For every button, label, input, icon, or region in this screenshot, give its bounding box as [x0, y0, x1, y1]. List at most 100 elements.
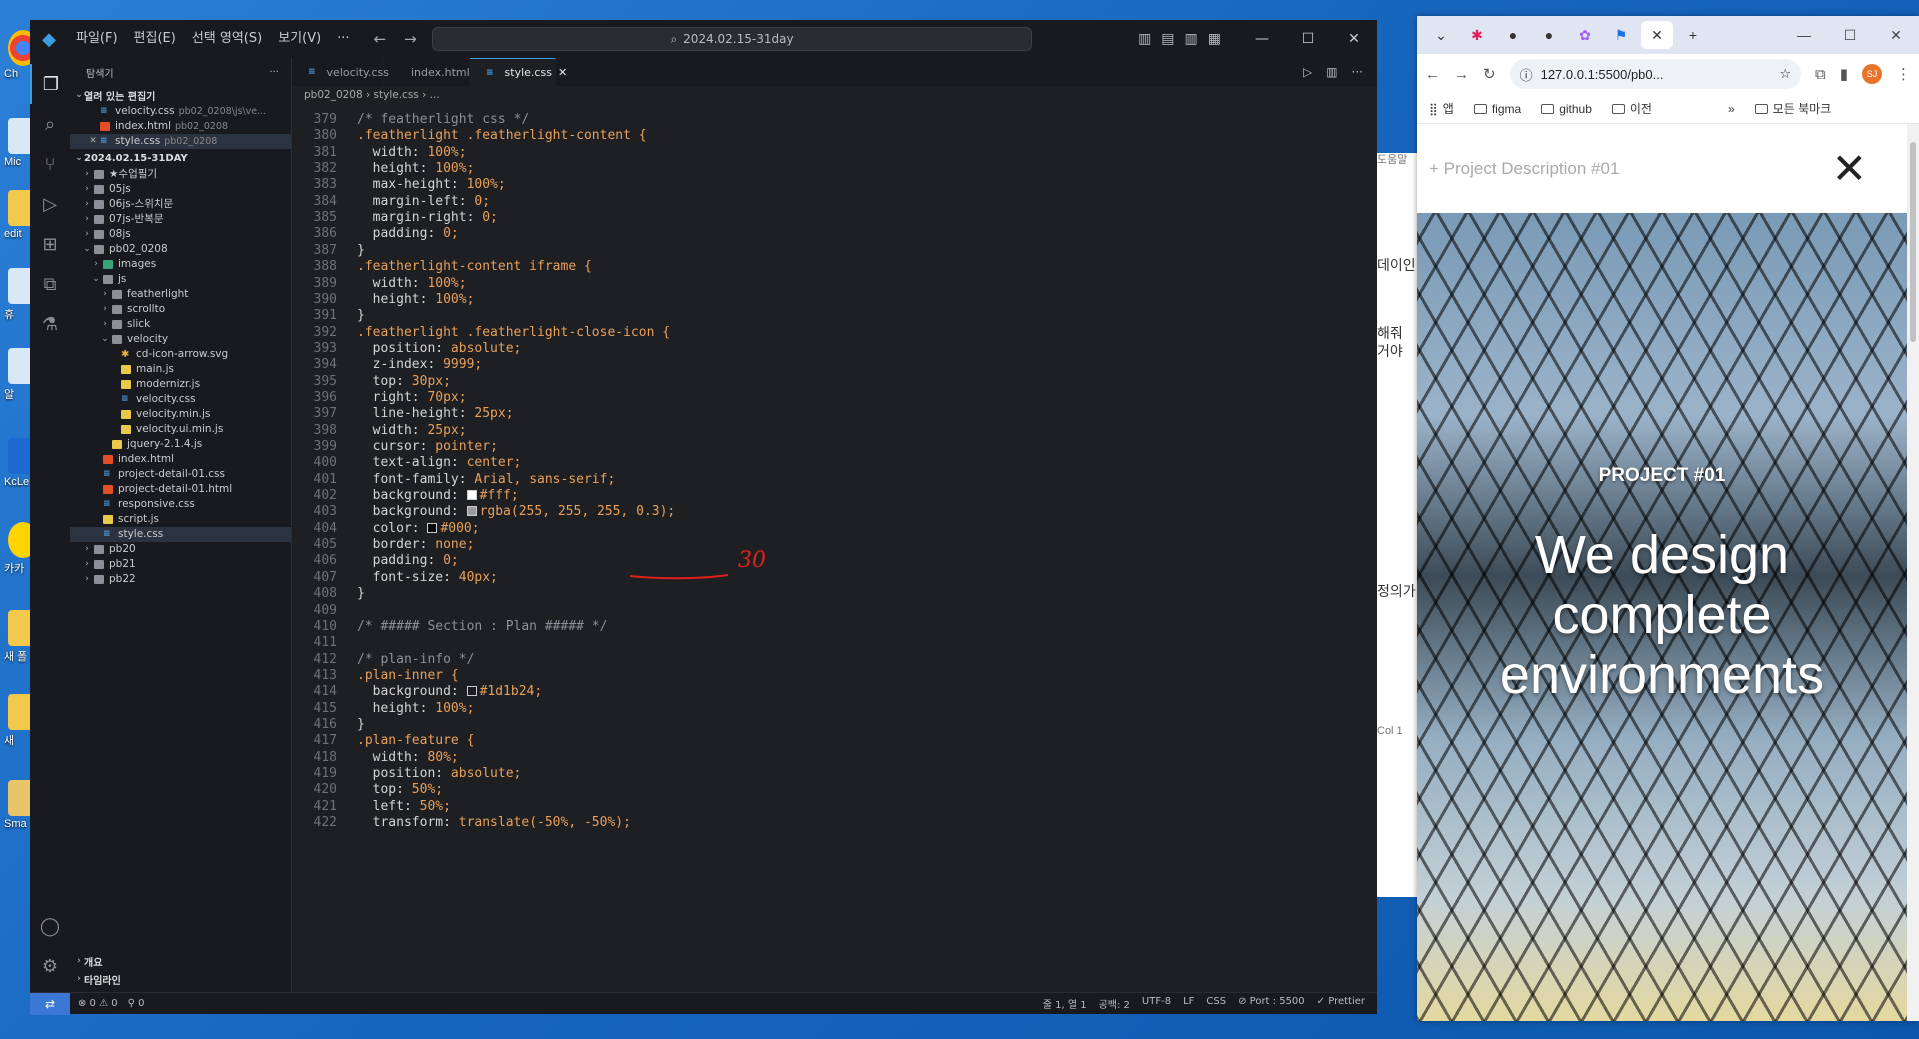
editor-tab[interactable]: ≡ style.css ✕ — [470, 58, 567, 86]
extensions-icon[interactable]: ⧉ — [1815, 66, 1826, 83]
bookmark-item[interactable]: ⣿ 앱 — [1429, 100, 1454, 117]
tab-close-icon[interactable]: ✕ — [558, 66, 567, 79]
tree-folder[interactable]: ⌄ velocity — [70, 332, 291, 347]
tree-file[interactable]: ✱ cd-icon-arrow.svg — [70, 347, 291, 362]
tree-folder[interactable]: › 07js-반복문 — [70, 212, 291, 227]
tree-file[interactable]: main.js — [70, 362, 291, 377]
site-info-icon[interactable]: ⓘ — [1520, 65, 1533, 84]
close-button[interactable]: ✕ — [1331, 31, 1377, 47]
status-item[interactable]: ✓ Prettier — [1317, 996, 1365, 1011]
status-item[interactable]: LF — [1183, 996, 1194, 1011]
open-editor-item[interactable]: index.html pb02_0208 — [70, 119, 291, 134]
tree-folder[interactable]: › pb22 — [70, 572, 291, 587]
tree-file[interactable]: project-detail-01.html — [70, 482, 291, 497]
account-icon[interactable]: ◯ — [30, 906, 70, 946]
command-center[interactable]: ⌕ 2024.02.15-31day — [432, 27, 1032, 51]
scrollbar-thumb[interactable] — [1910, 142, 1916, 342]
menu-item[interactable]: 보기(V) — [270, 20, 329, 58]
more-actions-icon[interactable]: ··· — [269, 67, 279, 78]
outline-section[interactable]: › 개요 — [70, 952, 291, 970]
status-item[interactable]: 줄 1, 열 1 — [1043, 996, 1087, 1011]
tree-file[interactable]: ≡ project-detail-01.css — [70, 467, 291, 482]
profile-avatar[interactable]: SJ — [1862, 64, 1882, 84]
maximize-button[interactable]: ☐ — [1285, 31, 1331, 47]
open-editor-item[interactable]: ≡ velocity.css pb02_0208\js\ve... — [70, 104, 291, 119]
tree-folder[interactable]: › scrollto — [70, 302, 291, 317]
status-item[interactable]: ⊘ Port : 5500 — [1238, 996, 1305, 1011]
toggle-panel-icon[interactable]: ▤ — [1161, 31, 1174, 47]
side-panel-icon[interactable]: ▮ — [1840, 65, 1848, 83]
tree-folder[interactable]: ⌄ pb02_0208 — [70, 242, 291, 257]
more-actions-icon[interactable]: ··· — [1352, 65, 1363, 79]
tree-file[interactable]: ≡ style.css — [70, 527, 291, 542]
remote-indicator-icon[interactable]: ⇄ — [30, 992, 70, 1015]
maximize-button[interactable]: ☐ — [1827, 27, 1873, 44]
code-editor[interactable]: 30 379 /* featherlight css */ 380 .featherl… — [292, 104, 1367, 992]
status-item[interactable]: 공백: 2 — [1099, 996, 1130, 1011]
tab-search-icon[interactable]: ⌄ — [1425, 21, 1457, 49]
menu-item[interactable]: ··· — [329, 20, 357, 58]
forward-arrow-icon[interactable]: → — [404, 30, 417, 48]
toggle-sidebar-icon[interactable]: ▥ — [1138, 31, 1151, 47]
color-swatch-icon[interactable] — [466, 490, 477, 501]
menu-item[interactable]: 파일(F) — [68, 20, 126, 58]
back-icon[interactable]: ← — [1425, 66, 1440, 83]
tree-folder[interactable]: ⌄ js — [70, 272, 291, 287]
tree-folder[interactable]: › 08js — [70, 227, 291, 242]
close-icon[interactable]: ✕ — [88, 134, 98, 149]
minimize-button[interactable]: — — [1239, 31, 1285, 47]
editor-tab[interactable]: ≡ velocity.css — [292, 58, 389, 86]
tree-folder[interactable]: › images — [70, 257, 291, 272]
toggle-secondary-sidebar-icon[interactable]: ▥ — [1185, 31, 1198, 47]
menu-icon[interactable]: ⋮ — [1896, 65, 1911, 83]
more-bookmarks-icon[interactable]: » — [1728, 102, 1735, 116]
close-button[interactable]: ✕ — [1873, 27, 1919, 44]
tree-folder[interactable]: › 06js-스위치문 — [70, 197, 291, 212]
bookmark-item[interactable]: figma — [1473, 102, 1521, 116]
tree-folder[interactable]: › pb21 — [70, 557, 291, 572]
extensions-icon[interactable]: ⊞ — [30, 224, 70, 264]
tab-figma-icon[interactable]: ✿ — [1569, 21, 1601, 49]
tree-file[interactable]: velocity.min.js — [70, 407, 291, 422]
tree-file[interactable]: ≡ velocity.css — [70, 392, 291, 407]
editor-tab[interactable]: index.html — [384, 58, 470, 86]
menu-item[interactable]: 편집(E) — [126, 20, 184, 58]
menu-item[interactable]: 선택 영역(S) — [184, 20, 270, 58]
customize-layout-icon[interactable]: ▦ — [1208, 31, 1221, 47]
status-item[interactable]: UTF-8 — [1142, 996, 1171, 1011]
color-swatch-icon[interactable] — [427, 522, 438, 533]
project-description-title[interactable]: + Project Description #01 — [1429, 159, 1619, 179]
remote-explorer-icon[interactable]: ⧉ — [30, 264, 70, 304]
tree-folder[interactable]: › 05js — [70, 182, 291, 197]
bookmark-item[interactable]: github — [1541, 102, 1592, 116]
open-editors-section[interactable]: ⌄ 열려 있는 편집기 — [70, 86, 291, 104]
tab-flag-icon[interactable]: ⚑ — [1605, 21, 1637, 49]
timeline-section[interactable]: › 타임라인 — [70, 970, 291, 988]
tree-folder[interactable]: › pb20 — [70, 542, 291, 557]
tree-file[interactable]: ≡ responsive.css — [70, 497, 291, 512]
bookmark-item[interactable]: 이전 — [1611, 100, 1652, 117]
run-debug-icon[interactable]: ▷ — [30, 184, 70, 224]
tree-file[interactable]: script.js — [70, 512, 291, 527]
all-bookmarks[interactable]: 모든 북마크 — [1754, 100, 1831, 117]
run-icon[interactable]: ▷ — [1303, 65, 1312, 79]
bookmark-star-icon[interactable]: ☆ — [1779, 66, 1791, 82]
breadcrumb[interactable]: pb02_0208 › style.css › ... — [292, 86, 1377, 104]
lightbox-close-icon[interactable]: ✕ — [1832, 147, 1867, 190]
status-item[interactable]: ⊗ 0 ⚠ 0 — [78, 998, 118, 1009]
workspace-section[interactable]: ⌄ 2024.02.15-31DAY — [70, 149, 291, 167]
tree-file[interactable]: jquery-2.1.4.js — [70, 437, 291, 452]
explorer-icon[interactable]: ❐ — [30, 64, 70, 104]
status-item[interactable]: CSS — [1206, 996, 1226, 1011]
open-editor-item[interactable]: ✕ ≡ style.css pb02_0208 — [70, 134, 291, 149]
tree-file[interactable]: modernizr.js — [70, 377, 291, 392]
source-control-icon[interactable]: ⑂ — [30, 144, 70, 184]
reload-icon[interactable]: ↻ — [1483, 65, 1496, 83]
color-swatch-icon[interactable] — [466, 686, 477, 697]
tab-github-icon[interactable]: ● — [1497, 21, 1529, 49]
address-bar[interactable]: ⓘ 127.0.0.1:5500/pb0... ☆ — [1509, 59, 1802, 89]
tree-folder[interactable]: › ★수업필기 — [70, 167, 291, 182]
testing-icon[interactable]: ⚗ — [30, 304, 70, 344]
tab-github-icon[interactable]: ● — [1533, 21, 1565, 49]
page-scrollbar[interactable] — [1907, 124, 1919, 1021]
